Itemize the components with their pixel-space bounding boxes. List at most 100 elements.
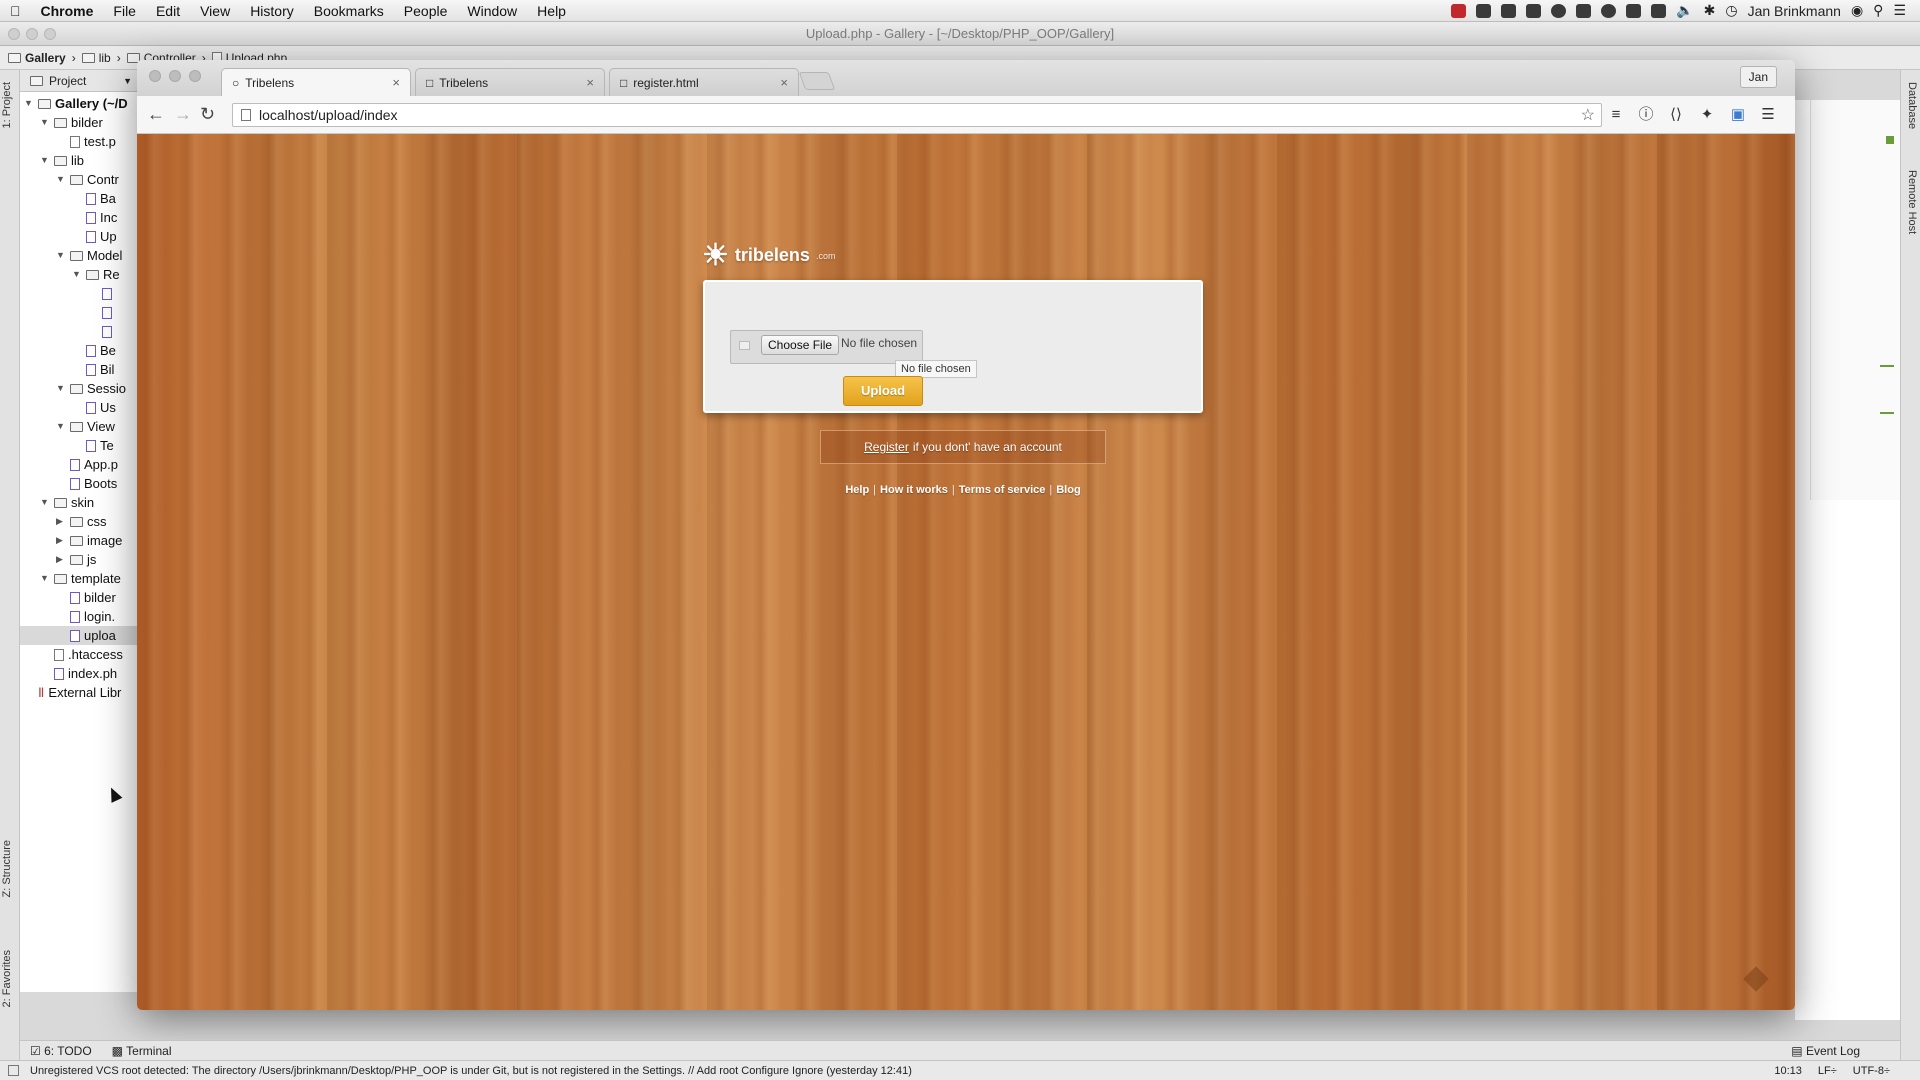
- menu-people[interactable]: People: [394, 3, 458, 19]
- dropbox-icon[interactable]: [1476, 3, 1492, 18]
- tree-item[interactable]: Us: [72, 398, 116, 417]
- chevron-right-icon[interactable]: ▶: [56, 531, 66, 550]
- profile-button[interactable]: Jan: [1739, 66, 1777, 88]
- lock-icon[interactable]: ◉: [1851, 2, 1863, 19]
- ide-zoom-button[interactable]: [44, 28, 56, 40]
- tree-item[interactable]: Boots: [56, 474, 117, 493]
- tree-item[interactable]: ▶ image: [56, 531, 122, 550]
- app-tray-icon[interactable]: [1501, 3, 1517, 18]
- chevron-down-icon[interactable]: ▼: [40, 569, 50, 588]
- tree-item[interactable]: bilder: [56, 588, 116, 607]
- caret-position[interactable]: 10:13: [1774, 1065, 1802, 1077]
- tree-item[interactable]: Ba: [72, 189, 116, 208]
- breadcrumb-item[interactable]: lib: [81, 51, 111, 65]
- evernote-icon[interactable]: [1626, 3, 1642, 18]
- window-icon[interactable]: ▣: [1729, 106, 1747, 124]
- tree-item[interactable]: ▶ js: [56, 550, 96, 569]
- close-tab-icon[interactable]: ×: [392, 75, 400, 90]
- new-tab-button[interactable]: [798, 72, 836, 90]
- user-name[interactable]: Jan Brinkmann: [1748, 3, 1841, 19]
- upload-button[interactable]: Upload: [843, 376, 923, 406]
- tree-item[interactable]: ▼ View: [56, 417, 115, 436]
- chevron-down-icon[interactable]: ▼: [123, 76, 138, 86]
- change-marker[interactable]: [1880, 365, 1894, 367]
- menu-icon[interactable]: ☰: [1759, 106, 1777, 124]
- tree-item[interactable]: ▼ Contr: [56, 170, 119, 189]
- footer-link-how-it-works[interactable]: How it works: [880, 484, 948, 496]
- tree-item[interactable]: Bil: [72, 360, 114, 379]
- tool-tab-project[interactable]: 1: Project: [1, 82, 13, 128]
- browser-tab[interactable]: □ register.html ×: [609, 68, 799, 96]
- register-link[interactable]: Register: [864, 440, 909, 454]
- back-icon[interactable]: ←: [147, 105, 165, 123]
- menu-history[interactable]: History: [240, 3, 304, 19]
- tree-item[interactable]: uploa: [20, 626, 138, 645]
- buffer-icon[interactable]: ≡: [1607, 106, 1625, 124]
- tree-item[interactable]: ▼ Sessio: [56, 379, 126, 398]
- chrome-close-button[interactable]: [149, 70, 161, 82]
- tool-tab-database[interactable]: Database: [1906, 82, 1918, 129]
- code-icon[interactable]: ⟨⟩: [1667, 106, 1685, 124]
- tool-tab-remote-host[interactable]: Remote Host: [1906, 170, 1918, 234]
- apple-icon[interactable]: : [0, 3, 31, 19]
- chevron-down-icon[interactable]: ▼: [40, 493, 50, 512]
- tree-item[interactable]: App.p: [56, 455, 118, 474]
- menu-view[interactable]: View: [190, 3, 240, 19]
- browser-tab[interactable]: ○ Tribelens ×: [221, 68, 411, 96]
- star-icon[interactable]: ☆: [1581, 105, 1601, 125]
- tree-item[interactable]: ▼ Gallery (~/D: [24, 94, 128, 113]
- chevron-down-icon[interactable]: ▼: [56, 170, 66, 189]
- tree-item[interactable]: Te: [72, 436, 114, 455]
- tool-tab-structure[interactable]: Z: Structure: [1, 840, 13, 897]
- status-toggle-icon[interactable]: [8, 1065, 19, 1076]
- tree-item[interactable]: .htaccess: [40, 645, 123, 664]
- file-input[interactable]: Choose File No file chosen: [730, 330, 923, 364]
- info-icon[interactable]: ⓘ: [1637, 106, 1655, 124]
- cloud-icon[interactable]: [1601, 3, 1617, 18]
- footer-link-blog[interactable]: Blog: [1056, 484, 1080, 496]
- chrome-minimize-button[interactable]: [169, 70, 181, 82]
- menu-window[interactable]: Window: [457, 3, 527, 19]
- menu-app-name[interactable]: Chrome: [31, 3, 104, 19]
- tree-item[interactable]: [88, 303, 116, 322]
- footer-link-terms[interactable]: Terms of service: [959, 484, 1046, 496]
- menu-bookmarks[interactable]: Bookmarks: [304, 3, 394, 19]
- bluetooth-icon[interactable]: ✱: [1704, 2, 1716, 19]
- tree-item[interactable]: login.: [56, 607, 115, 626]
- tree-item[interactable]: Inc: [72, 208, 117, 227]
- ide-close-button[interactable]: [8, 28, 20, 40]
- file-encoding[interactable]: UTF-8÷: [1853, 1065, 1890, 1077]
- todo-tab[interactable]: ☑ 6: TODO: [30, 1044, 92, 1058]
- tree-item[interactable]: [88, 284, 116, 303]
- tree-item[interactable]: ▼ lib: [40, 151, 84, 170]
- chevron-down-icon[interactable]: ▼: [56, 417, 66, 436]
- time-machine-icon[interactable]: ◷: [1725, 2, 1737, 19]
- tree-item[interactable]: ▼ template: [40, 569, 121, 588]
- footer-link-help[interactable]: Help: [845, 484, 869, 496]
- chevron-right-icon[interactable]: ▶: [56, 512, 66, 531]
- event-log-tab[interactable]: ▤ Event Log: [1791, 1044, 1900, 1058]
- tree-item[interactable]: Up: [72, 227, 117, 246]
- chevron-down-icon[interactable]: ▼: [72, 265, 82, 284]
- forward-icon[interactable]: →: [174, 105, 192, 123]
- chevron-down-icon[interactable]: ▼: [56, 379, 66, 398]
- tree-item[interactable]: ▼ bilder: [40, 113, 103, 132]
- chrome-zoom-button[interactable]: [189, 70, 201, 82]
- tool-tab-favorites[interactable]: 2: Favorites: [1, 950, 13, 1007]
- bookmark-tray-icon[interactable]: [1576, 3, 1592, 18]
- tree-item[interactable]: test.p: [56, 132, 116, 151]
- chevron-down-icon[interactable]: ▼: [56, 246, 66, 265]
- menu-file[interactable]: File: [103, 3, 146, 19]
- address-bar[interactable]: localhost/upload/index ☆: [232, 103, 1602, 127]
- bird-icon[interactable]: ✦: [1698, 106, 1716, 124]
- chevron-down-icon[interactable]: ▼: [40, 113, 50, 132]
- tribelens-logo[interactable]: ☀ tribelens .com: [702, 238, 835, 273]
- onepassword-icon[interactable]: [1551, 3, 1567, 18]
- tree-item[interactable]: ▼ Model: [56, 246, 122, 265]
- change-marker[interactable]: [1880, 412, 1894, 414]
- ide-minimize-button[interactable]: [26, 28, 38, 40]
- spotlight-icon[interactable]: ⚲: [1873, 2, 1883, 19]
- tree-item[interactable]: [88, 322, 116, 341]
- tree-item[interactable]: index.ph: [40, 664, 117, 683]
- choose-file-button[interactable]: Choose File: [761, 335, 840, 355]
